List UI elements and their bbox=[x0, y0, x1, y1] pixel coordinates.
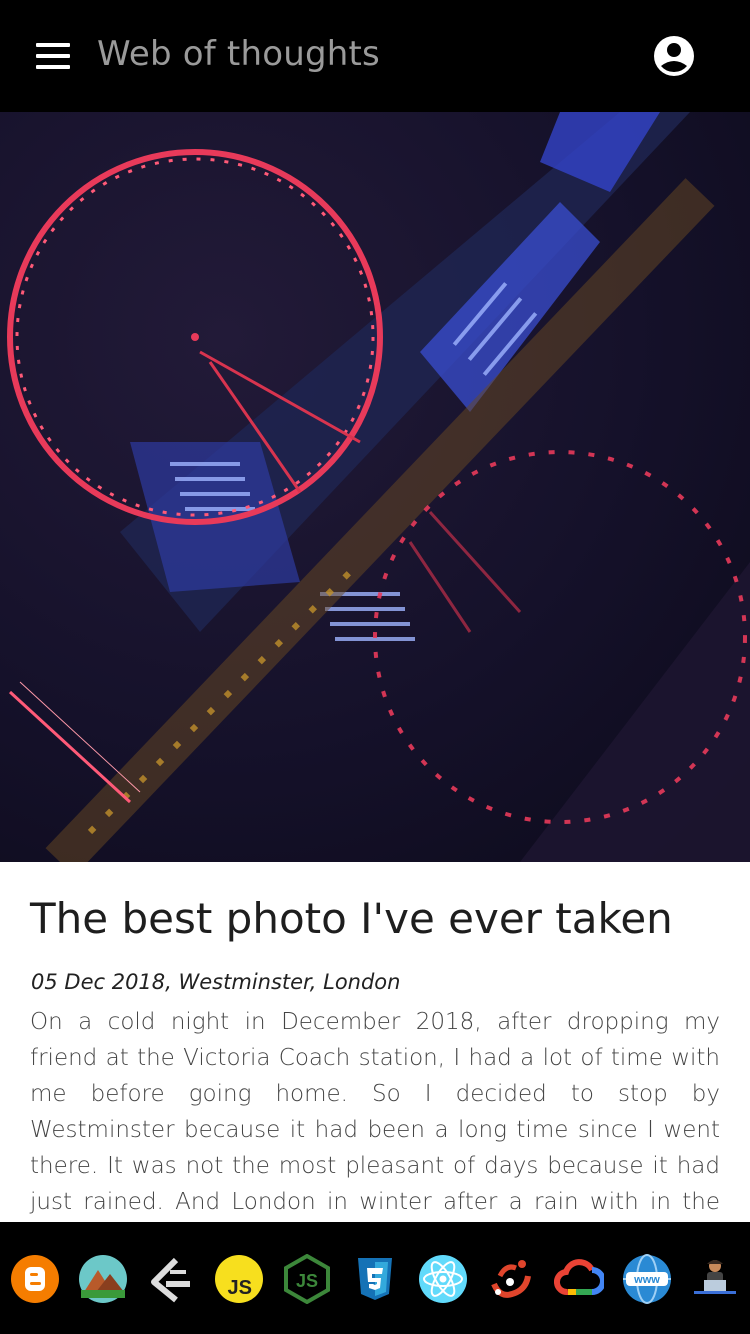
hero-photo bbox=[0, 112, 750, 862]
www-icon[interactable]: www bbox=[622, 1254, 672, 1304]
nodejs-label: JS bbox=[296, 1271, 318, 1291]
nodejs-icon[interactable]: JS bbox=[282, 1254, 332, 1304]
hamburger-menu-icon[interactable] bbox=[36, 43, 72, 69]
bottom-dock: JS JS www bbox=[0, 1222, 750, 1334]
article-date-location: 05 Dec 2018, Westminster, London bbox=[31, 970, 401, 994]
app-bar: Web of thoughts bbox=[0, 0, 750, 112]
google-cloud-icon[interactable] bbox=[554, 1254, 604, 1304]
jupyter-icon[interactable] bbox=[486, 1254, 536, 1304]
arrow-logo-icon[interactable] bbox=[146, 1254, 196, 1304]
article-card: The best photo I've ever taken 05 Dec 20… bbox=[0, 862, 750, 1222]
javascript-label: JS bbox=[228, 1277, 252, 1299]
article-title: The best photo I've ever taken bbox=[30, 894, 673, 943]
blogger-icon[interactable] bbox=[10, 1254, 60, 1304]
www-label: www bbox=[633, 1274, 660, 1286]
javascript-icon[interactable]: JS bbox=[214, 1254, 264, 1304]
article-body: On a cold night in December 2018, after … bbox=[30, 1009, 720, 1215]
app-title: Web of thoughts bbox=[97, 34, 380, 74]
developer-avatar-icon[interactable] bbox=[690, 1254, 740, 1304]
account-circle-icon[interactable] bbox=[652, 34, 696, 78]
react-icon[interactable] bbox=[418, 1254, 468, 1304]
mountains-icon[interactable] bbox=[78, 1254, 128, 1304]
css3-icon[interactable] bbox=[350, 1254, 400, 1304]
